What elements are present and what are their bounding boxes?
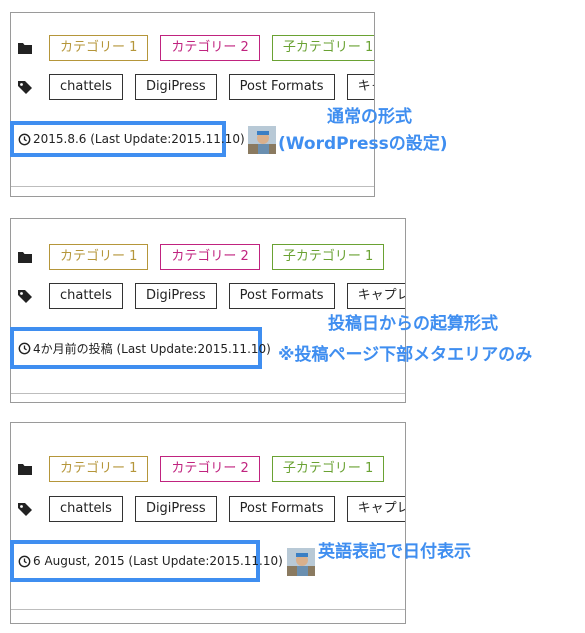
clock-icon	[18, 555, 31, 567]
tag-icon	[18, 503, 32, 516]
divider	[11, 609, 405, 610]
author-avatar	[287, 548, 315, 576]
post-meta-panel: カテゴリー 1 カテゴリー 2 子カテゴリー 1 chattels DigiPr…	[10, 12, 375, 197]
post-date-text: 4か月前の投稿 (Last Update:2015.11.10)	[33, 341, 271, 356]
tag-row: chattels DigiPress Post Formats キャプレター	[17, 496, 405, 522]
tag-row: chattels DigiPress Post Formats キャプレター	[17, 74, 374, 100]
post-date-box: 4か月前の投稿 (Last Update:2015.11.10)	[10, 327, 271, 369]
annotation-label: ※投稿ページ下部メタエリアのみ	[278, 345, 533, 365]
tag-icon	[18, 290, 32, 303]
tag-link[interactable]: キャプレター	[346, 283, 405, 309]
category-link[interactable]: カテゴリー 1	[49, 244, 149, 270]
folder-icon	[18, 43, 32, 54]
annotation-label: 英語表記で日付表示	[318, 542, 471, 562]
tag-link[interactable]: DigiPress	[134, 74, 217, 100]
author-avatar	[248, 126, 276, 154]
tag-link[interactable]: Post Formats	[228, 74, 335, 100]
annotation-label: 投稿日からの起算形式	[328, 314, 498, 334]
category-link[interactable]: 子カテゴリー 1	[271, 456, 385, 482]
tag-icon	[18, 81, 32, 94]
tag-link[interactable]: キャプレター	[346, 74, 374, 100]
category-link[interactable]: カテゴリー 2	[160, 456, 260, 482]
category-link[interactable]: 子カテゴリー 1	[271, 244, 385, 270]
tag-link[interactable]: DigiPress	[134, 283, 217, 309]
tag-link[interactable]: chattels	[49, 283, 123, 309]
post-meta-panel: カテゴリー 1 カテゴリー 2 子カテゴリー 1 chattels DigiPr…	[10, 422, 406, 624]
folder-icon	[18, 464, 32, 475]
tag-link[interactable]: DigiPress	[134, 496, 217, 522]
clock-icon	[18, 133, 31, 145]
category-row: カテゴリー 1 カテゴリー 2 子カテゴリー 1	[17, 456, 396, 482]
tag-link[interactable]: Post Formats	[228, 496, 335, 522]
folder-icon	[18, 252, 32, 263]
tag-link[interactable]: Post Formats	[228, 283, 335, 309]
post-date-text: 6 August, 2015 (Last Update:2015.11.10)	[33, 554, 283, 568]
tag-link[interactable]: chattels	[49, 496, 123, 522]
category-link[interactable]: 子カテゴリー 1	[271, 35, 374, 61]
category-row: カテゴリー 1 カテゴリー 2 子カテゴリー 1	[17, 244, 396, 270]
tag-link[interactable]: キャプレター	[346, 496, 405, 522]
annotation-label: 通常の形式	[327, 107, 412, 127]
post-date-box: 6 August, 2015 (Last Update:2015.11.10)	[10, 540, 283, 582]
clock-icon	[18, 342, 31, 354]
category-link[interactable]: カテゴリー 1	[49, 456, 149, 482]
category-link[interactable]: カテゴリー 2	[160, 35, 260, 61]
category-link[interactable]: カテゴリー 2	[160, 244, 260, 270]
annotation-label: (WordPressの設定)	[278, 134, 448, 154]
divider	[11, 393, 405, 394]
post-date-box: 2015.8.6 (Last Update:2015.11.10)	[10, 121, 245, 157]
category-link[interactable]: カテゴリー 1	[49, 35, 149, 61]
divider	[11, 186, 374, 187]
tag-link[interactable]: chattels	[49, 74, 123, 100]
tag-row: chattels DigiPress Post Formats キャプレター	[17, 283, 405, 309]
category-row: カテゴリー 1 カテゴリー 2 子カテゴリー 1	[17, 35, 374, 61]
post-date-text: 2015.8.6 (Last Update:2015.11.10)	[33, 132, 245, 146]
